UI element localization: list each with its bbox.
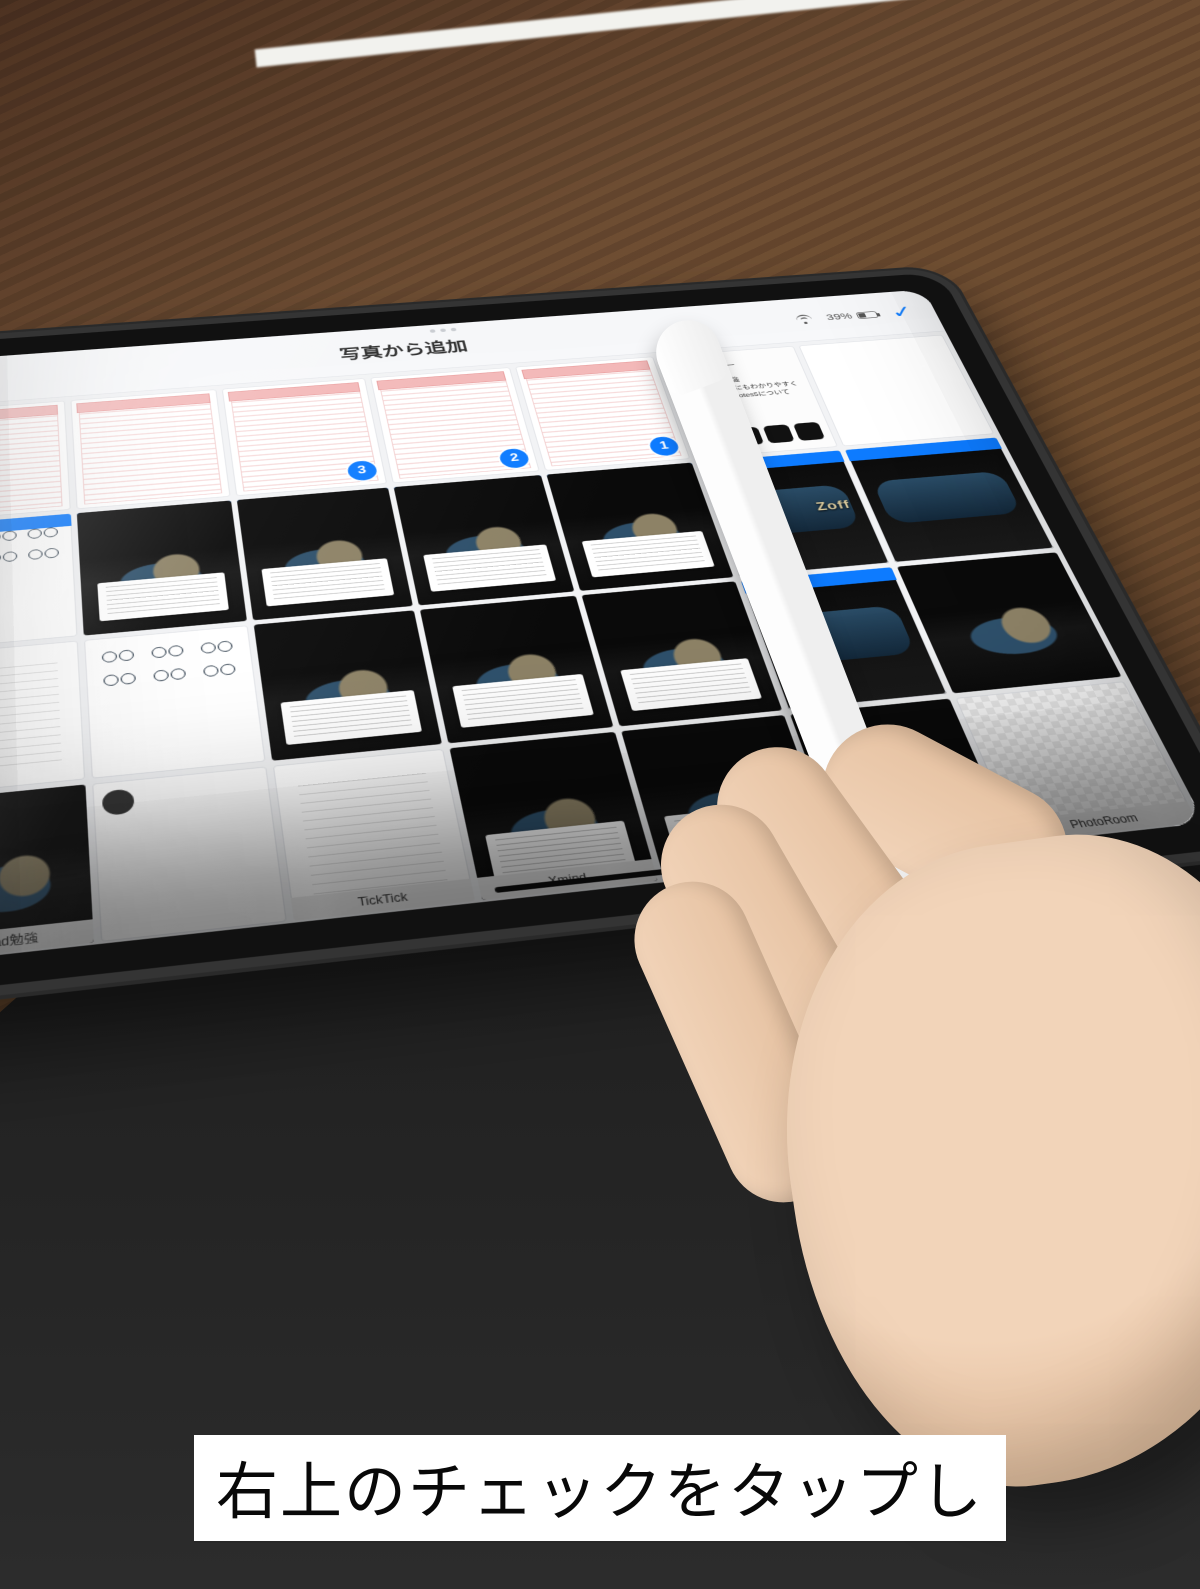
ipad-screen: 表示 写真から追加 39% ✓ <box>0 290 1200 964</box>
photo-thumb[interactable] <box>70 389 230 509</box>
photo-thumb[interactable] <box>77 501 247 636</box>
ipad-device: 表示 写真から追加 39% ✓ <box>0 264 1200 1015</box>
ipad-bezel: 表示 写真から追加 39% ✓ <box>0 272 1200 998</box>
wifi-icon <box>794 314 814 325</box>
photo-thumb[interactable] <box>0 401 71 521</box>
ad-bullets: iPad勉強 初心者にもわかりやすく GoodNotes5について <box>706 371 808 402</box>
photo-thumb[interactable]: iPad勉強 <box>0 784 94 961</box>
photo-thumb[interactable] <box>419 596 613 744</box>
battery-icon <box>855 311 878 319</box>
photo-thumb[interactable]: 2 <box>370 367 540 483</box>
photo-thumb[interactable] <box>84 625 265 778</box>
thumb-caption: PhotoRoom <box>1010 801 1198 841</box>
photo-grid[interactable]: 3 2 1 さいゆー iPad勉強 初心者にもわかりやすく GoodNotes5… <box>0 331 1200 964</box>
selection-badge: 3 <box>346 460 378 481</box>
brand-label: Zoff <box>814 498 853 514</box>
photo-thumb[interactable] <box>0 641 85 795</box>
photo-thumb[interactable] <box>393 475 575 605</box>
avatar <box>667 359 698 377</box>
sheet-grabber[interactable] <box>430 328 457 333</box>
selection-badge: 1 <box>647 436 681 457</box>
photo-thumb[interactable]: 3 <box>222 378 387 496</box>
battery-text: 39% <box>825 311 854 322</box>
photo-thumb[interactable] <box>0 514 77 650</box>
photo-thumb[interactable] <box>237 488 413 621</box>
arrows-icon: ❯❯❯ <box>697 427 732 442</box>
selection-badge: 2 <box>498 448 531 469</box>
photo-thumb[interactable] <box>92 767 286 942</box>
ad-name: さいゆー <box>698 360 736 371</box>
photo-thumb[interactable] <box>254 610 442 760</box>
confirm-check-button[interactable]: ✓ <box>887 302 917 322</box>
picker-title: 写真から追加 <box>337 334 469 363</box>
ipad-scene: 表示 写真から追加 39% ✓ <box>0 130 1200 1180</box>
photo-thumb[interactable]: TickTick <box>273 749 475 921</box>
app-icons <box>732 422 825 446</box>
battery-status: 39% <box>825 309 880 322</box>
subtitle-caption: 右上のチェックをタップし <box>194 1435 1006 1541</box>
